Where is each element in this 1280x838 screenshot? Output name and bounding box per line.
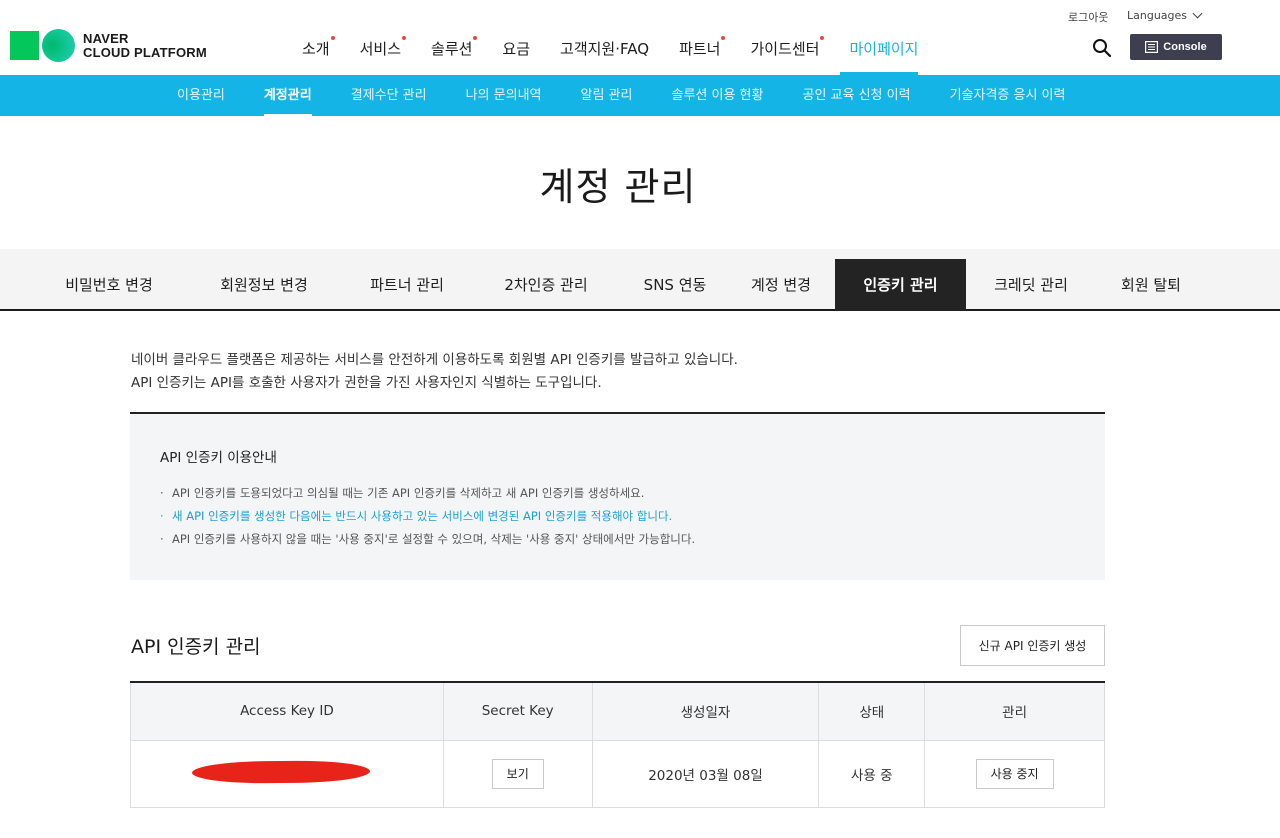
gnb-item-pricing[interactable]: 요금 (502, 38, 530, 59)
intro-text: 네이버 클라우드 플랫폼은 제공하는 서비스를 안전하게 이용하도록 회원별 A… (131, 349, 738, 395)
gnb-item-solutions[interactable]: 솔루션 (431, 36, 478, 59)
languages-label: Languages (1127, 9, 1188, 22)
page-title: 계정 관리 (539, 165, 697, 209)
secret-key-cell: 보기 (442, 739, 593, 808)
subnav-item-payment[interactable]: 결제수단 관리 (351, 75, 427, 116)
access-key-cell (130, 739, 444, 808)
intro-line2: API 인증키는 API를 호출한 사용자가 권한을 가진 사용자인지 식별하는… (131, 375, 602, 391)
gnb-item-support[interactable]: 고객지원·FAQ (560, 38, 649, 59)
new-dot-icon (473, 36, 478, 40)
gnb-item-services[interactable]: 서비스 (360, 36, 407, 59)
console-label: Console (1163, 41, 1207, 53)
tab-member-info[interactable]: 회원정보 변경 (200, 259, 328, 311)
subnav-item-education[interactable]: 공인 교육 신청 이력 (802, 75, 910, 116)
col-status: 상태 (818, 682, 926, 741)
table-header-row: Access Key ID Secret Key 생성일자 상태 관리 (130, 682, 1105, 741)
logo-text: NAVER CLOUD PLATFORM (83, 30, 207, 60)
manage-cell: 사용 중지 (924, 739, 1105, 808)
tab-sns[interactable]: SNS 연동 (622, 259, 728, 311)
logo-line1: NAVER (83, 30, 129, 46)
new-dot-icon (402, 36, 407, 40)
subnav-item-notifications[interactable]: 알림 관리 (581, 75, 633, 116)
tab-2fa[interactable]: 2차인증 관리 (482, 259, 610, 311)
account-tabs: 비밀번호 변경 회원정보 변경 파트너 관리 2차인증 관리 SNS 연동 계정… (0, 249, 1280, 311)
tab-password[interactable]: 비밀번호 변경 (45, 259, 173, 311)
global-nav: 소개 서비스 솔루션 요금 고객지원·FAQ 파트너 가이드센터 마이페이지 (302, 36, 949, 59)
new-dot-icon (721, 36, 726, 40)
col-created: 생성일자 (591, 682, 820, 741)
tab-withdraw[interactable]: 회원 탈퇴 (1105, 259, 1197, 311)
subnav-item-solution-usage[interactable]: 솔루션 이용 현황 (671, 75, 763, 116)
list-item: · API 인증키를 사용하지 않을 때는 '사용 중지'로 설정할 수 있으며,… (160, 532, 696, 546)
logo-mark (10, 29, 75, 62)
gnb-item-intro[interactable]: 소개 (302, 36, 335, 59)
tab-partner[interactable]: 파트너 관리 (343, 259, 471, 311)
create-api-key-button[interactable]: 신규 API 인증키 생성 (960, 625, 1105, 666)
tab-credit[interactable]: 크레딧 관리 (980, 259, 1082, 311)
search-icon[interactable] (1092, 38, 1112, 58)
list-item: · API 인증키를 도용되었다고 의심될 때는 기존 API 인증키를 삭제하고… (160, 486, 645, 500)
subnav-item-usage[interactable]: 이용관리 (177, 75, 225, 116)
section-title: API 인증키 관리 (131, 636, 261, 658)
notice-list: · API 인증키를 도용되었다고 의심될 때는 기존 API 인증키를 삭제하고… (160, 482, 695, 551)
mypage-subnav: 이용관리 계정관리 결제수단 관리 나의 문의내역 알림 관리 솔루션 이용 현… (0, 75, 1280, 116)
redacted-access-key (191, 759, 370, 784)
subnav-item-inquiries[interactable]: 나의 문의내역 (466, 75, 542, 116)
subnav-item-certification[interactable]: 기술자격증 응시 이력 (950, 75, 1066, 116)
disable-key-button[interactable]: 사용 중지 (975, 758, 1054, 789)
show-secret-button[interactable]: 보기 (491, 758, 544, 789)
table-row: 보기 2020년 03월 08일 사용 중 사용 중지 (130, 739, 1105, 808)
console-button[interactable]: Console (1130, 34, 1222, 60)
col-access-key: Access Key ID (130, 682, 444, 741)
languages-dropdown[interactable]: Languages (1127, 8, 1203, 22)
usage-notice-box: API 인증키 이용안내 · API 인증키를 도용되었다고 의심될 때는 기존 … (130, 414, 1105, 580)
global-header: NAVER CLOUD PLATFORM 소개 서비스 솔루션 요금 고객지원·… (0, 0, 1280, 75)
api-keys-table: Access Key ID Secret Key 생성일자 상태 관리 보기 2… (130, 681, 1105, 808)
subnav-item-account[interactable]: 계정관리 (263, 75, 312, 116)
tab-auth-key[interactable]: 인증키 관리 (835, 259, 966, 311)
created-date: 2020년 03월 08일 (591, 739, 820, 808)
new-dot-icon (820, 36, 825, 40)
naver-cloud-logo[interactable]: NAVER CLOUD PLATFORM (10, 29, 207, 62)
gnb-item-partner[interactable]: 파트너 (679, 36, 726, 59)
col-manage: 관리 (924, 682, 1105, 741)
console-icon (1145, 41, 1159, 53)
gnb-item-mypage[interactable]: 마이페이지 (849, 38, 918, 59)
gnb-item-guide[interactable]: 가이드센터 (750, 36, 825, 59)
list-item: · 새 API 인증키를 생성한 다음에는 반드시 사용하고 있는 서비스에 변경… (160, 509, 673, 523)
intro-line1: 네이버 클라우드 플랫폼은 제공하는 서비스를 안전하게 이용하도록 회원별 A… (131, 352, 738, 368)
notice-title: API 인증키 이용안내 (160, 450, 277, 466)
logo-line2: CLOUD PLATFORM (83, 44, 207, 60)
tab-account-change[interactable]: 계정 변경 (740, 259, 822, 311)
status-text: 사용 중 (818, 739, 926, 808)
col-secret-key: Secret Key (442, 682, 593, 741)
logout-link[interactable]: 로그아웃 (1068, 9, 1108, 25)
new-dot-icon (330, 36, 335, 40)
chevron-down-icon (1192, 8, 1203, 19)
